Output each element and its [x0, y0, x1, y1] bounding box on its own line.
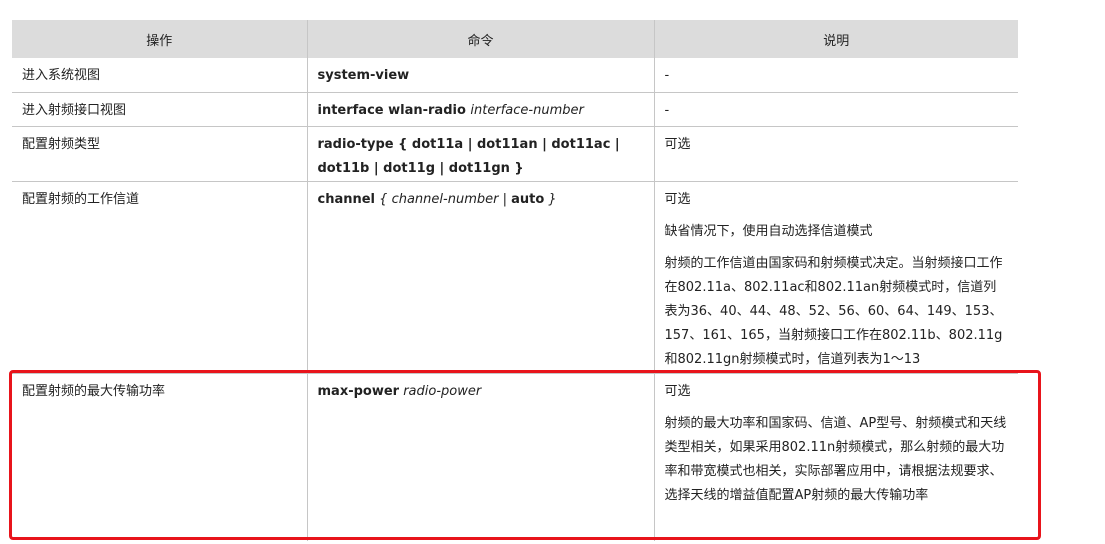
description-cell: 可选 [653, 126, 1018, 182]
command-cell: channel { channel-number | auto } [306, 181, 655, 374]
table-row: 配置射频的工作信道 channel { channel-number | auto… [12, 181, 1018, 374]
operation-cell: 配置射频的最大传输功率 [12, 373, 308, 541]
command-cell: radio-type { dot11a | dot11an | dot11ac … [306, 126, 655, 182]
description-cell: 可选射频的最大功率和国家码、信道、AP型号、射频模式和天线类型相关，如果采用80… [653, 373, 1018, 541]
description-paragraph: 可选 [664, 383, 691, 399]
description-paragraph: - [664, 68, 670, 83]
command-segment: } [544, 191, 557, 207]
description-cell: 可选缺省情况下，使用自动选择信道模式射频的工作信道由国家码和射频模式决定。当射频… [653, 181, 1018, 374]
table-row: 进入射频接口视图 interface wlan-radio interface-n… [12, 92, 1018, 127]
command-segment: radio-power [399, 383, 482, 399]
command-cell: interface wlan-radio interface-number [306, 92, 655, 127]
operation-cell: 进入系统视图 [12, 58, 308, 93]
table-row: 进入系统视图 system-view - [12, 58, 1018, 93]
operation-cell: 进入射频接口视图 [12, 92, 308, 127]
command-segment: interface-number [470, 102, 584, 118]
command-segment: | [498, 191, 512, 207]
header-description: 说明 [653, 20, 1018, 58]
table-row: 配置射频类型 radio-type { dot11a | dot11an | do… [12, 126, 1018, 182]
description-paragraph: 缺省情况下，使用自动选择信道模式 [664, 223, 873, 239]
command-segment: system-view [317, 68, 410, 83]
command-cell: system-view [306, 58, 655, 93]
description-paragraph: - [664, 102, 670, 118]
command-segment: channel-number [391, 191, 499, 207]
description-cell: - [653, 92, 1018, 127]
operation-cell: 配置射频类型 [12, 126, 308, 182]
command-segment: { [375, 191, 392, 207]
header-operation: 操作 [12, 20, 308, 58]
config-table: 操作 命令 说明 进入系统视图 system-view - 进入射频接口视图 inter… [12, 20, 1018, 541]
command-segment: radio-type { dot11a | dot11an | dot11ac … [317, 136, 620, 176]
command-segment: interface wlan-radio [317, 102, 471, 118]
description-paragraph: 射频的最大功率和国家码、信道、AP型号、射频模式和天线类型相关，如果采用802.… [664, 415, 1007, 503]
command-segment: auto [511, 191, 545, 207]
command-segment: channel [317, 191, 376, 207]
command-segment: max-power [317, 383, 400, 399]
description-paragraph: 可选 [664, 136, 691, 152]
header-command: 命令 [306, 20, 655, 58]
description-paragraph: 射频的工作信道由国家码和射频模式决定。当射频接口工作在802.11a、802.1… [664, 255, 1003, 367]
operation-cell: 配置射频的工作信道 [12, 181, 308, 374]
description-paragraph: 可选 [664, 191, 691, 207]
description-cell: - [653, 58, 1018, 93]
header-row: 操作 命令 说明 [12, 20, 1018, 58]
command-cell: max-power radio-power [306, 373, 655, 541]
table-row: 配置射频的最大传输功率 max-power radio-power 可选 射频的最大功… [12, 373, 1018, 541]
